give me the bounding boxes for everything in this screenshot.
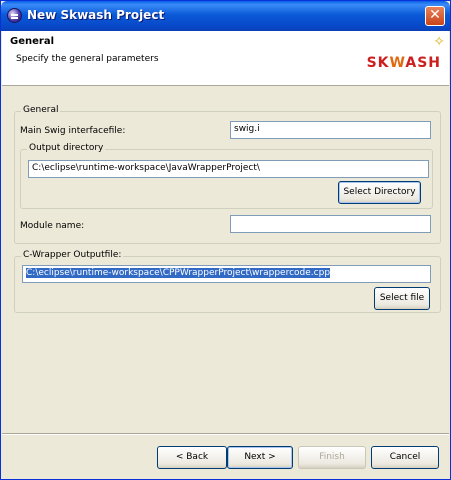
close-button[interactable]: ✕ [425,6,445,26]
module-name-label: Module name: [20,221,85,231]
wizard-star-icon: ✧ [433,34,445,50]
select-directory-button[interactable]: Select Directory [338,181,421,204]
page-description: Specify the general parameters [16,54,159,64]
module-name-input[interactable] [230,215,431,233]
logo-part-1: SK [366,55,390,71]
page-title: General [10,36,54,47]
skwash-logo: SKWASH [367,55,441,71]
eclipse-icon [7,8,22,23]
next-button[interactable]: Next > [227,446,293,469]
cancel-button[interactable]: Cancel [371,446,439,469]
footer-separator [2,433,449,435]
c-wrapper-output-input[interactable]: C:\eclipse\runtime-workspace\CPPWrapperP… [22,265,431,283]
output-directory-label: Output directory [27,143,106,153]
output-directory-input[interactable]: C:\eclipse\runtime-workspace\JavaWrapper… [28,160,429,178]
main-swig-input[interactable]: swig.i [230,121,431,139]
window-title: New Skwash Project [27,8,165,22]
c-wrapper-group-label: C-Wrapper Outputfile: [21,250,124,260]
general-group-label: General [21,105,61,115]
wizard-banner: General Specify the general parameters ✧… [2,31,449,86]
select-file-button[interactable]: Select file [374,287,430,310]
logo-part-2: W [389,55,406,71]
logo-part-3: ASH [405,55,441,71]
title-bar[interactable]: New Skwash Project ✕ [1,1,450,31]
main-swig-label: Main Swig interfacefile: [20,126,126,136]
finish-button: Finish [298,446,366,469]
back-button[interactable]: < Back [157,446,227,469]
wizard-dialog: New Skwash Project ✕ General Specify the… [0,0,451,480]
c-wrapper-output-selection: C:\eclipse\runtime-workspace\CPPWrapperP… [26,268,331,278]
